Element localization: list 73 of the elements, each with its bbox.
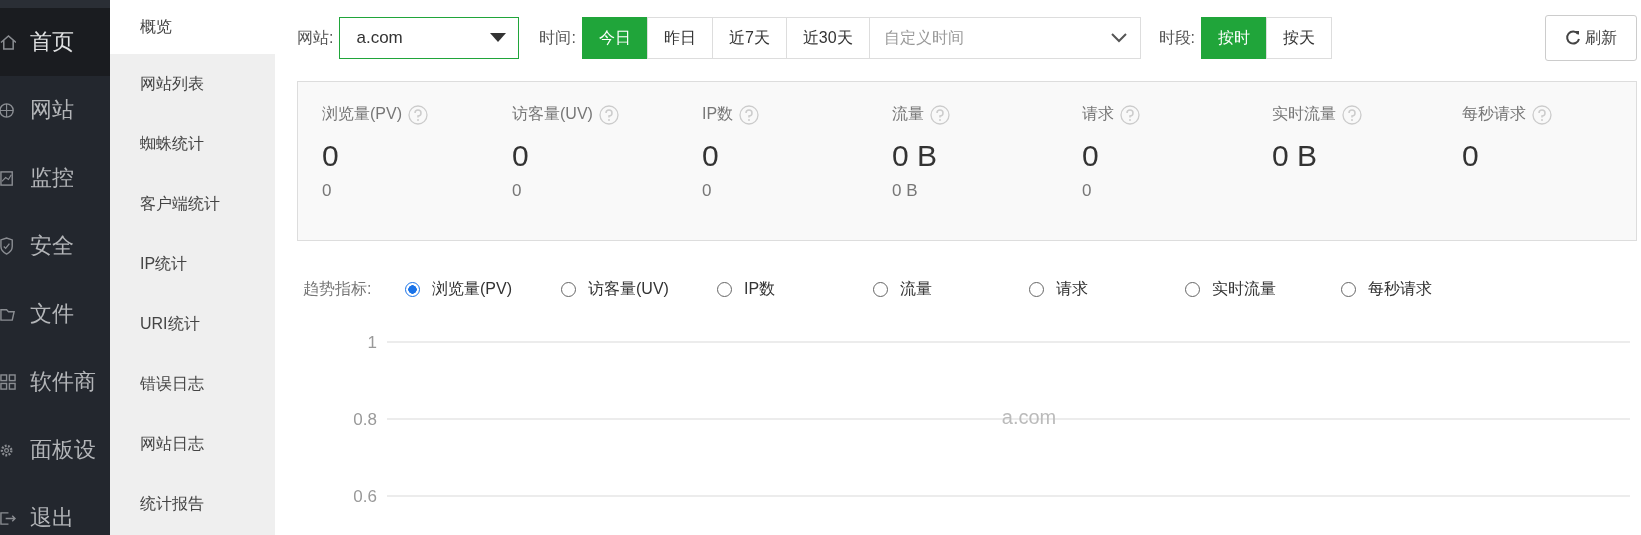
subnav-item[interactable]: IP统计 xyxy=(110,234,275,294)
caret-icon xyxy=(490,33,507,43)
chart-icon xyxy=(0,168,16,188)
trend-radio[interactable]: 流量 xyxy=(873,279,1029,300)
sidebar-item[interactable]: 安全 xyxy=(0,212,110,280)
help-icon[interactable] xyxy=(1120,104,1140,125)
stat-value: 0 xyxy=(1082,139,1100,173)
stat-label: 请求 xyxy=(1082,104,1114,124)
stat-label: 流量 xyxy=(892,104,924,124)
site-label: 网站: xyxy=(297,27,334,48)
help-icon[interactable] xyxy=(739,104,760,125)
sidebar-item[interactable]: 软件商 xyxy=(0,348,110,416)
help-icon[interactable] xyxy=(1342,104,1362,125)
help-icon[interactable] xyxy=(408,104,428,125)
period-label: 时段: xyxy=(1158,27,1196,48)
trend-radio[interactable]: 请求 xyxy=(1029,279,1185,300)
chart-title: a.com xyxy=(1001,406,1057,428)
axis-tick-label: 1 xyxy=(367,333,377,352)
globe-icon xyxy=(0,100,16,120)
site-select[interactable]: a.com xyxy=(339,17,520,59)
sidebar-item[interactable]: 监控 xyxy=(0,144,110,212)
time-option[interactable]: 近7天 xyxy=(711,17,787,59)
stat-value: 0 B xyxy=(892,139,939,173)
sidebar-item[interactable]: 退出 xyxy=(0,484,110,535)
trend-label: 趋势指标: xyxy=(302,279,373,299)
subnav-item[interactable]: 客户端统计 xyxy=(110,174,275,234)
axis-tick-label: 0.6 xyxy=(353,487,377,506)
stat-value: 0 xyxy=(1462,139,1480,173)
trend-radio[interactable]: 浏览量(PV) xyxy=(405,279,561,300)
help-icon[interactable] xyxy=(930,104,950,125)
time-label: 时间: xyxy=(539,27,576,48)
shield-icon xyxy=(0,236,16,256)
help-icon[interactable] xyxy=(1532,104,1552,125)
stat-value: 0 B xyxy=(1272,139,1319,173)
home-icon xyxy=(0,32,16,52)
sidebar-item[interactable]: 文件 xyxy=(0,280,110,348)
grid-icon xyxy=(0,372,16,392)
stat-subvalue: 0 xyxy=(512,181,523,201)
stat-subvalue: 0 xyxy=(1082,181,1093,201)
subnav-item[interactable]: 概览 xyxy=(110,0,275,54)
subnav-item[interactable]: 统计报告 xyxy=(110,474,275,534)
subnav-item[interactable]: URI统计 xyxy=(110,294,275,354)
stat-value: 0 xyxy=(322,139,340,173)
stat-label: 每秒请求 xyxy=(1462,104,1526,124)
stat-label: IP数 xyxy=(702,104,734,124)
stat-subvalue: 0 B xyxy=(892,181,919,201)
stat-label: 实时流量 xyxy=(1272,104,1336,124)
subnav-item[interactable]: 蜘蛛统计 xyxy=(110,114,275,174)
stat-label: 访客量(UV) xyxy=(512,104,593,124)
subnav-item[interactable]: 错误日志 xyxy=(110,354,275,414)
subnav-item[interactable]: 网站列表 xyxy=(110,54,275,114)
trend-radio[interactable]: 访客量(UV) xyxy=(561,279,717,300)
subnav-item[interactable]: 网站日志 xyxy=(110,414,275,474)
sidebar-item[interactable]: 面板设 xyxy=(0,416,110,484)
trend-radio[interactable]: 实时流量 xyxy=(1185,279,1341,300)
trend-radio[interactable]: 每秒请求 xyxy=(1341,279,1497,300)
stat-subvalue: 0 xyxy=(322,181,333,201)
sidebar-item[interactable]: 首页 xyxy=(0,8,110,76)
stat-value: 0 xyxy=(512,139,530,173)
stat-subvalue: 0 xyxy=(702,181,713,201)
axis-tick-label: 0.8 xyxy=(353,410,377,429)
refresh-button[interactable]: 刷新 xyxy=(1545,15,1637,61)
sidebar-item[interactable]: 网站 xyxy=(0,76,110,144)
time-option[interactable]: 昨日 xyxy=(646,17,713,59)
custom-time-field[interactable]: 自定义时间 xyxy=(868,17,1141,59)
period-option[interactable]: 按天 xyxy=(1266,17,1333,59)
time-option[interactable]: 近30天 xyxy=(785,17,870,59)
trend-radio[interactable]: IP数 xyxy=(717,279,873,300)
chevron-down-icon xyxy=(1110,33,1127,43)
refresh-icon xyxy=(1565,30,1581,46)
help-icon[interactable] xyxy=(598,104,619,125)
stat-value: 0 xyxy=(702,139,720,173)
stat-label: 浏览量(PV) xyxy=(322,104,402,124)
